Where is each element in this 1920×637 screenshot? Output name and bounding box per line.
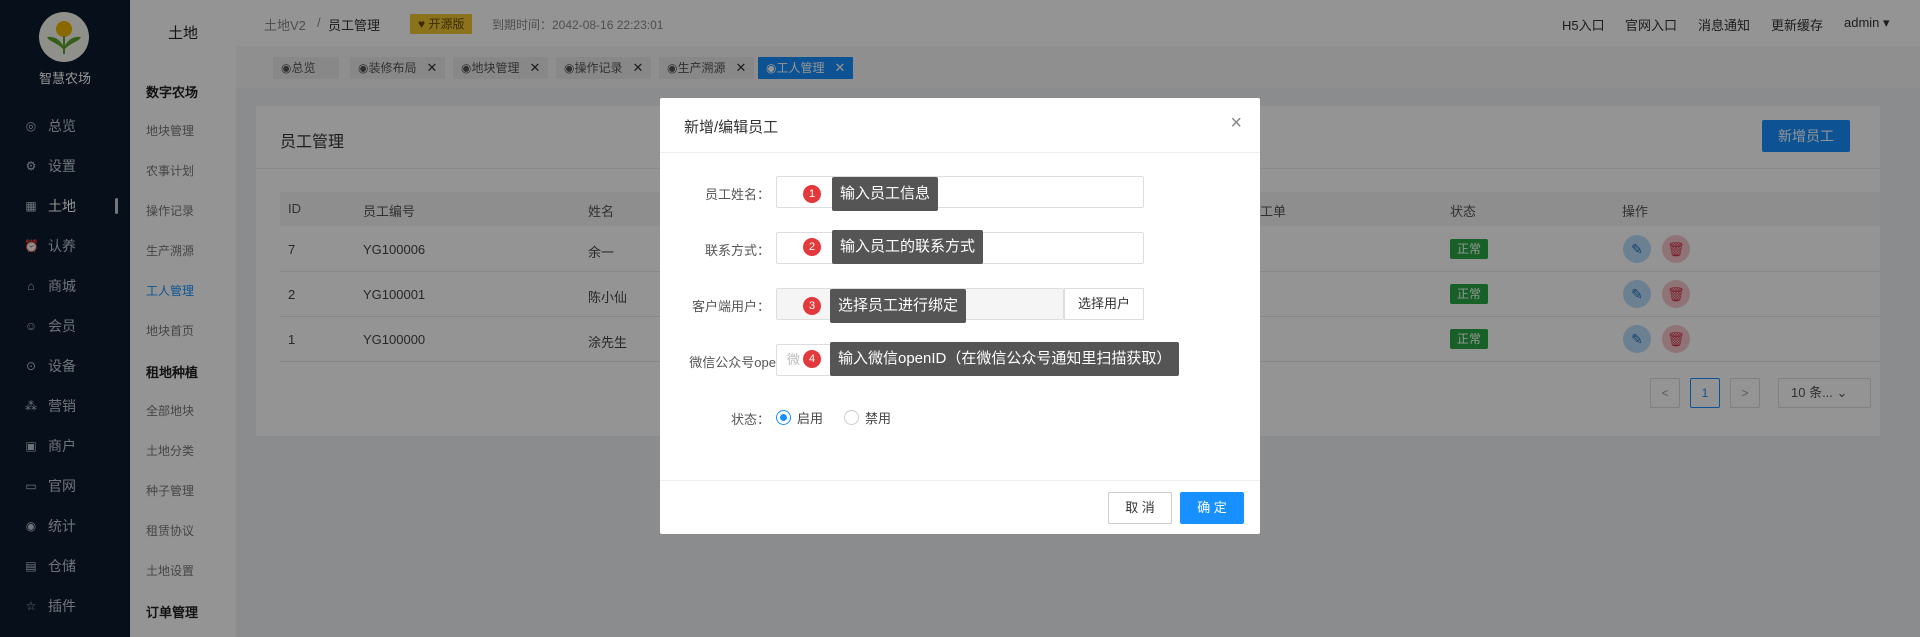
dialog-title: 新增/编辑员工 <box>684 119 779 136</box>
radio-unchecked-icon <box>844 410 859 425</box>
close-icon[interactable]: × <box>1230 112 1242 135</box>
status-label: 状态： <box>730 412 770 427</box>
status-disable-label: 禁用 <box>865 411 892 426</box>
status-enable-label: 启用 <box>797 411 824 426</box>
client-user-label: 客户端用户： <box>691 299 770 314</box>
contact-label: 联系方式： <box>704 243 770 258</box>
dialog-footer-divider <box>660 480 1260 481</box>
step-number-badge: 3 <box>803 297 821 315</box>
guide-tooltip: 输入员工的联系方式 <box>832 230 984 264</box>
confirm-button[interactable]: 确 定 <box>1180 492 1244 524</box>
radio-checked-icon <box>776 410 791 425</box>
dialog-header-divider <box>660 152 1260 153</box>
select-user-button[interactable]: 选择用户 <box>1064 288 1144 320</box>
guide-tooltip: 选择员工进行绑定 <box>830 289 967 323</box>
status-disable-radio[interactable]: 禁用 <box>844 408 891 427</box>
step-number-badge: 1 <box>803 185 821 203</box>
guide-tooltip: 输入微信openID（在微信公众号通知里扫描获取） <box>830 342 1180 376</box>
cancel-button[interactable]: 取 消 <box>1108 492 1172 524</box>
employee-name-label: 员工姓名： <box>704 187 770 202</box>
step-number-badge: 2 <box>803 238 821 256</box>
guide-tooltip: 输入员工信息 <box>832 177 939 211</box>
step-number-badge: 4 <box>803 350 821 368</box>
wechat-openid-label: 微信公众号ope <box>689 355 776 370</box>
status-enable-radio[interactable]: 启用 <box>776 408 823 427</box>
